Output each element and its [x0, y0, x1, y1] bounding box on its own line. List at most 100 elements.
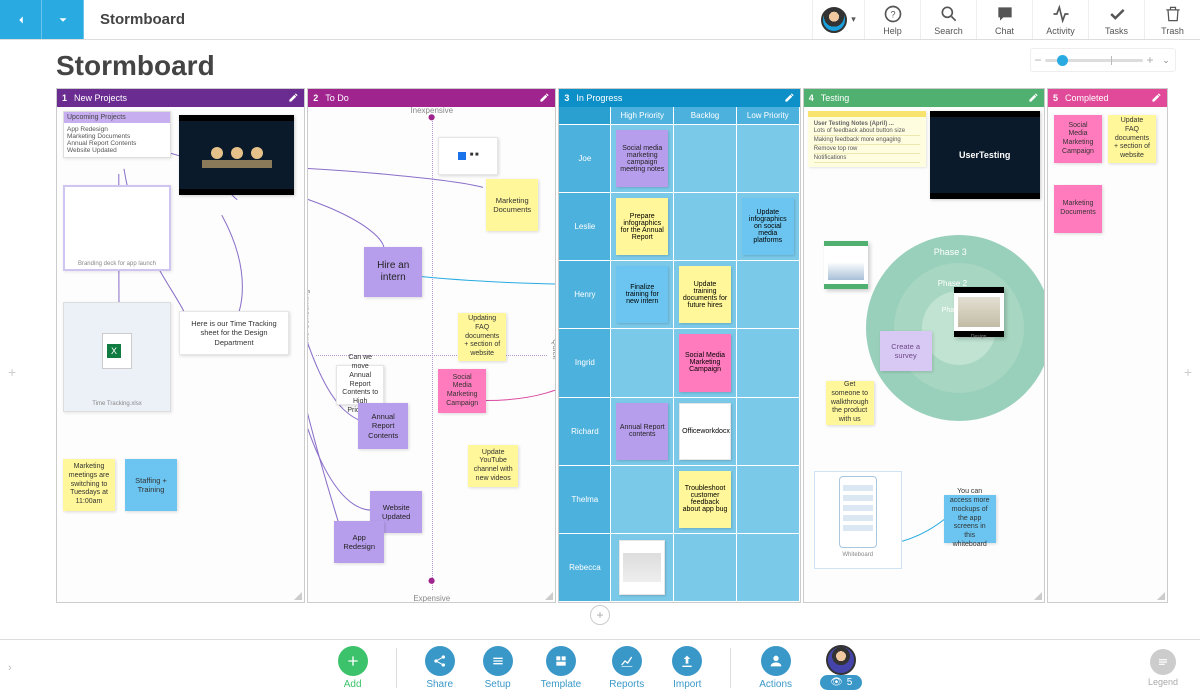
- zoom-out-icon[interactable]: −: [1031, 53, 1045, 67]
- chat-button[interactable]: Chat: [976, 0, 1032, 39]
- video-thumbnail[interactable]: [179, 115, 294, 195]
- legend-button[interactable]: Legend: [1148, 649, 1178, 687]
- card[interactable]: Update infographics on social media plat…: [742, 198, 794, 255]
- online-users[interactable]: 👁 5: [820, 645, 862, 690]
- sticky-update-faq[interactable]: Updating FAQ documents + section of webs…: [458, 313, 506, 361]
- excel-icon: [102, 333, 132, 369]
- sticky-time-tracking[interactable]: Here is our Time Tracking sheet for the …: [179, 311, 289, 355]
- sticky-hire-intern[interactable]: Hire an intern: [364, 247, 422, 297]
- expand-right-icon[interactable]: +: [1184, 364, 1192, 380]
- zoom-dropdown[interactable]: ⌄: [1157, 55, 1175, 66]
- spreadsheet-card[interactable]: Time Tracking.xlsx: [63, 302, 171, 412]
- topbar: Stormboard ▾ ? Help Search Chat Activity…: [0, 0, 1200, 40]
- card[interactable]: Prepare infographics for the Annual Repo…: [616, 198, 668, 255]
- card[interactable]: Social media marketing campaign meeting …: [616, 130, 668, 187]
- legend-icon: [1150, 649, 1176, 675]
- sticky-marketing-meetings[interactable]: Marketing meetings are switching to Tues…: [63, 459, 115, 511]
- card[interactable]: Annual Report contents: [616, 403, 668, 460]
- sticky-annual-report[interactable]: Annual Report Contents: [358, 403, 408, 449]
- add-section-button[interactable]: +: [590, 605, 610, 625]
- tasks-button[interactable]: Tasks: [1088, 0, 1144, 39]
- card-screenshot[interactable]: [619, 540, 665, 595]
- person-icon: [761, 646, 791, 676]
- avatar-icon: [821, 7, 847, 33]
- section-header[interactable]: 4 Testing: [804, 89, 1044, 107]
- section-header[interactable]: 3 In Progress: [559, 89, 799, 107]
- sticky-walkthrough[interactable]: Get someone to walkthrough the product w…: [826, 381, 874, 425]
- resize-icon[interactable]: [543, 590, 553, 600]
- share-button[interactable]: Share: [425, 646, 455, 690]
- row-header: Joe: [559, 125, 611, 193]
- bottombar: › Add Share Setup Template Reports Impor…: [0, 639, 1200, 695]
- axis-label: Inexpensive: [410, 107, 453, 115]
- card[interactable]: Troubleshoot customer feedback about app…: [679, 471, 731, 528]
- card[interactable]: Update training documents for future hir…: [679, 266, 731, 323]
- upcoming-projects-panel[interactable]: Upcoming Projects App Redesign Marketing…: [63, 111, 171, 158]
- edit-icon[interactable]: [539, 92, 550, 105]
- import-button[interactable]: Import: [672, 646, 702, 690]
- dropdown-button[interactable]: [42, 0, 84, 39]
- wireframe-card[interactable]: Whiteboard: [814, 471, 902, 569]
- section-header[interactable]: 5 Completed: [1048, 89, 1167, 107]
- photo-thumbnail-2[interactable]: Design: [954, 287, 1004, 337]
- blank-card[interactable]: Branding deck for app launch: [63, 185, 171, 271]
- reports-button[interactable]: Reports: [609, 646, 644, 690]
- card-doc[interactable]: Officeworkdocx: [679, 403, 731, 460]
- sticky-completed-faq[interactable]: Update FAQ documents + section of websit…: [1108, 115, 1156, 163]
- phase-label: Phase 3: [934, 247, 967, 257]
- add-button[interactable]: Add: [338, 646, 368, 690]
- zoom-control[interactable]: − + ⌄: [1030, 48, 1176, 72]
- section-header[interactable]: 1 New Projects: [57, 89, 304, 107]
- card[interactable]: Finalize training for new intern: [616, 266, 668, 323]
- section-in-progress: 3 In Progress High Priority Backlog Low …: [558, 88, 800, 603]
- activity-button[interactable]: Activity: [1032, 0, 1088, 39]
- sticky-completed-mkt[interactable]: Marketing Documents: [1054, 185, 1102, 233]
- zoom-thumb[interactable]: [1057, 55, 1068, 66]
- edit-icon[interactable]: [1151, 92, 1162, 105]
- expand-left-icon[interactable]: +: [8, 364, 16, 380]
- card[interactable]: Social Media Marketing Campaign: [679, 334, 731, 391]
- section-new-projects: 1 New Projects Upcoming Projects App Red…: [56, 88, 305, 603]
- sticky-smm[interactable]: Social Media Marketing Campaign: [438, 369, 486, 413]
- online-count-badge: 👁 5: [820, 675, 862, 690]
- zoom-in-icon[interactable]: +: [1143, 53, 1157, 67]
- back-button[interactable]: [0, 0, 42, 39]
- sticky-staffing[interactable]: Staffing + Training: [125, 459, 177, 511]
- canvas[interactable]: + + + 1 New Projects Upcoming Projects: [0, 88, 1200, 639]
- column-header: High Priority: [611, 107, 674, 125]
- setup-button[interactable]: Setup: [483, 646, 513, 690]
- sticky-logos-card[interactable]: ■ ■: [438, 137, 498, 175]
- help-button[interactable]: ? Help: [864, 0, 920, 39]
- testing-notes-card[interactable]: User Testing Notes (April) ... Lots of f…: [808, 111, 926, 167]
- row-header: Leslie: [559, 193, 611, 261]
- row-header: Ingrid: [559, 329, 611, 397]
- sticky-marketing-docs[interactable]: Marketing Documents: [486, 179, 538, 231]
- edit-icon[interactable]: [784, 92, 795, 105]
- nav-buttons: [0, 0, 84, 39]
- expand-bottombar-icon[interactable]: ›: [8, 662, 12, 674]
- sticky-update-youtube[interactable]: Update YouTube channel with new videos: [468, 445, 518, 487]
- eye-icon: 👁: [830, 677, 843, 688]
- actions-button[interactable]: Actions: [759, 646, 792, 690]
- resize-icon[interactable]: [1032, 590, 1042, 600]
- edit-icon[interactable]: [288, 92, 299, 105]
- zoom-slider[interactable]: [1045, 59, 1143, 62]
- sticky-priority-question[interactable]: Can we move Annual Report Contents to Hi…: [336, 365, 384, 405]
- video-usertesting[interactable]: UserTesting: [930, 111, 1040, 199]
- search-button[interactable]: Search: [920, 0, 976, 39]
- upload-icon: [672, 646, 702, 676]
- edit-icon[interactable]: [1028, 92, 1039, 105]
- template-button[interactable]: Template: [541, 646, 582, 690]
- sticky-app-redesign[interactable]: App Redesign: [334, 521, 384, 563]
- section-header[interactable]: 2 To Do: [308, 89, 555, 107]
- row-header: Thelma: [559, 466, 611, 534]
- user-avatar-menu[interactable]: ▾: [812, 0, 864, 39]
- sticky-completed-smm[interactable]: Social Media Marketing Campaign: [1054, 115, 1102, 163]
- section-testing: 4 Testing Phase 3 Phase 2 Phase 1 User T…: [803, 88, 1045, 603]
- trash-button[interactable]: Trash: [1144, 0, 1200, 39]
- resize-icon[interactable]: [1155, 590, 1165, 600]
- photo-thumbnail-1[interactable]: [824, 241, 868, 289]
- sticky-create-survey[interactable]: Create a survey: [880, 331, 932, 371]
- sticky-mockups[interactable]: You can access more mockups of the app s…: [944, 495, 996, 543]
- resize-icon[interactable]: [292, 590, 302, 600]
